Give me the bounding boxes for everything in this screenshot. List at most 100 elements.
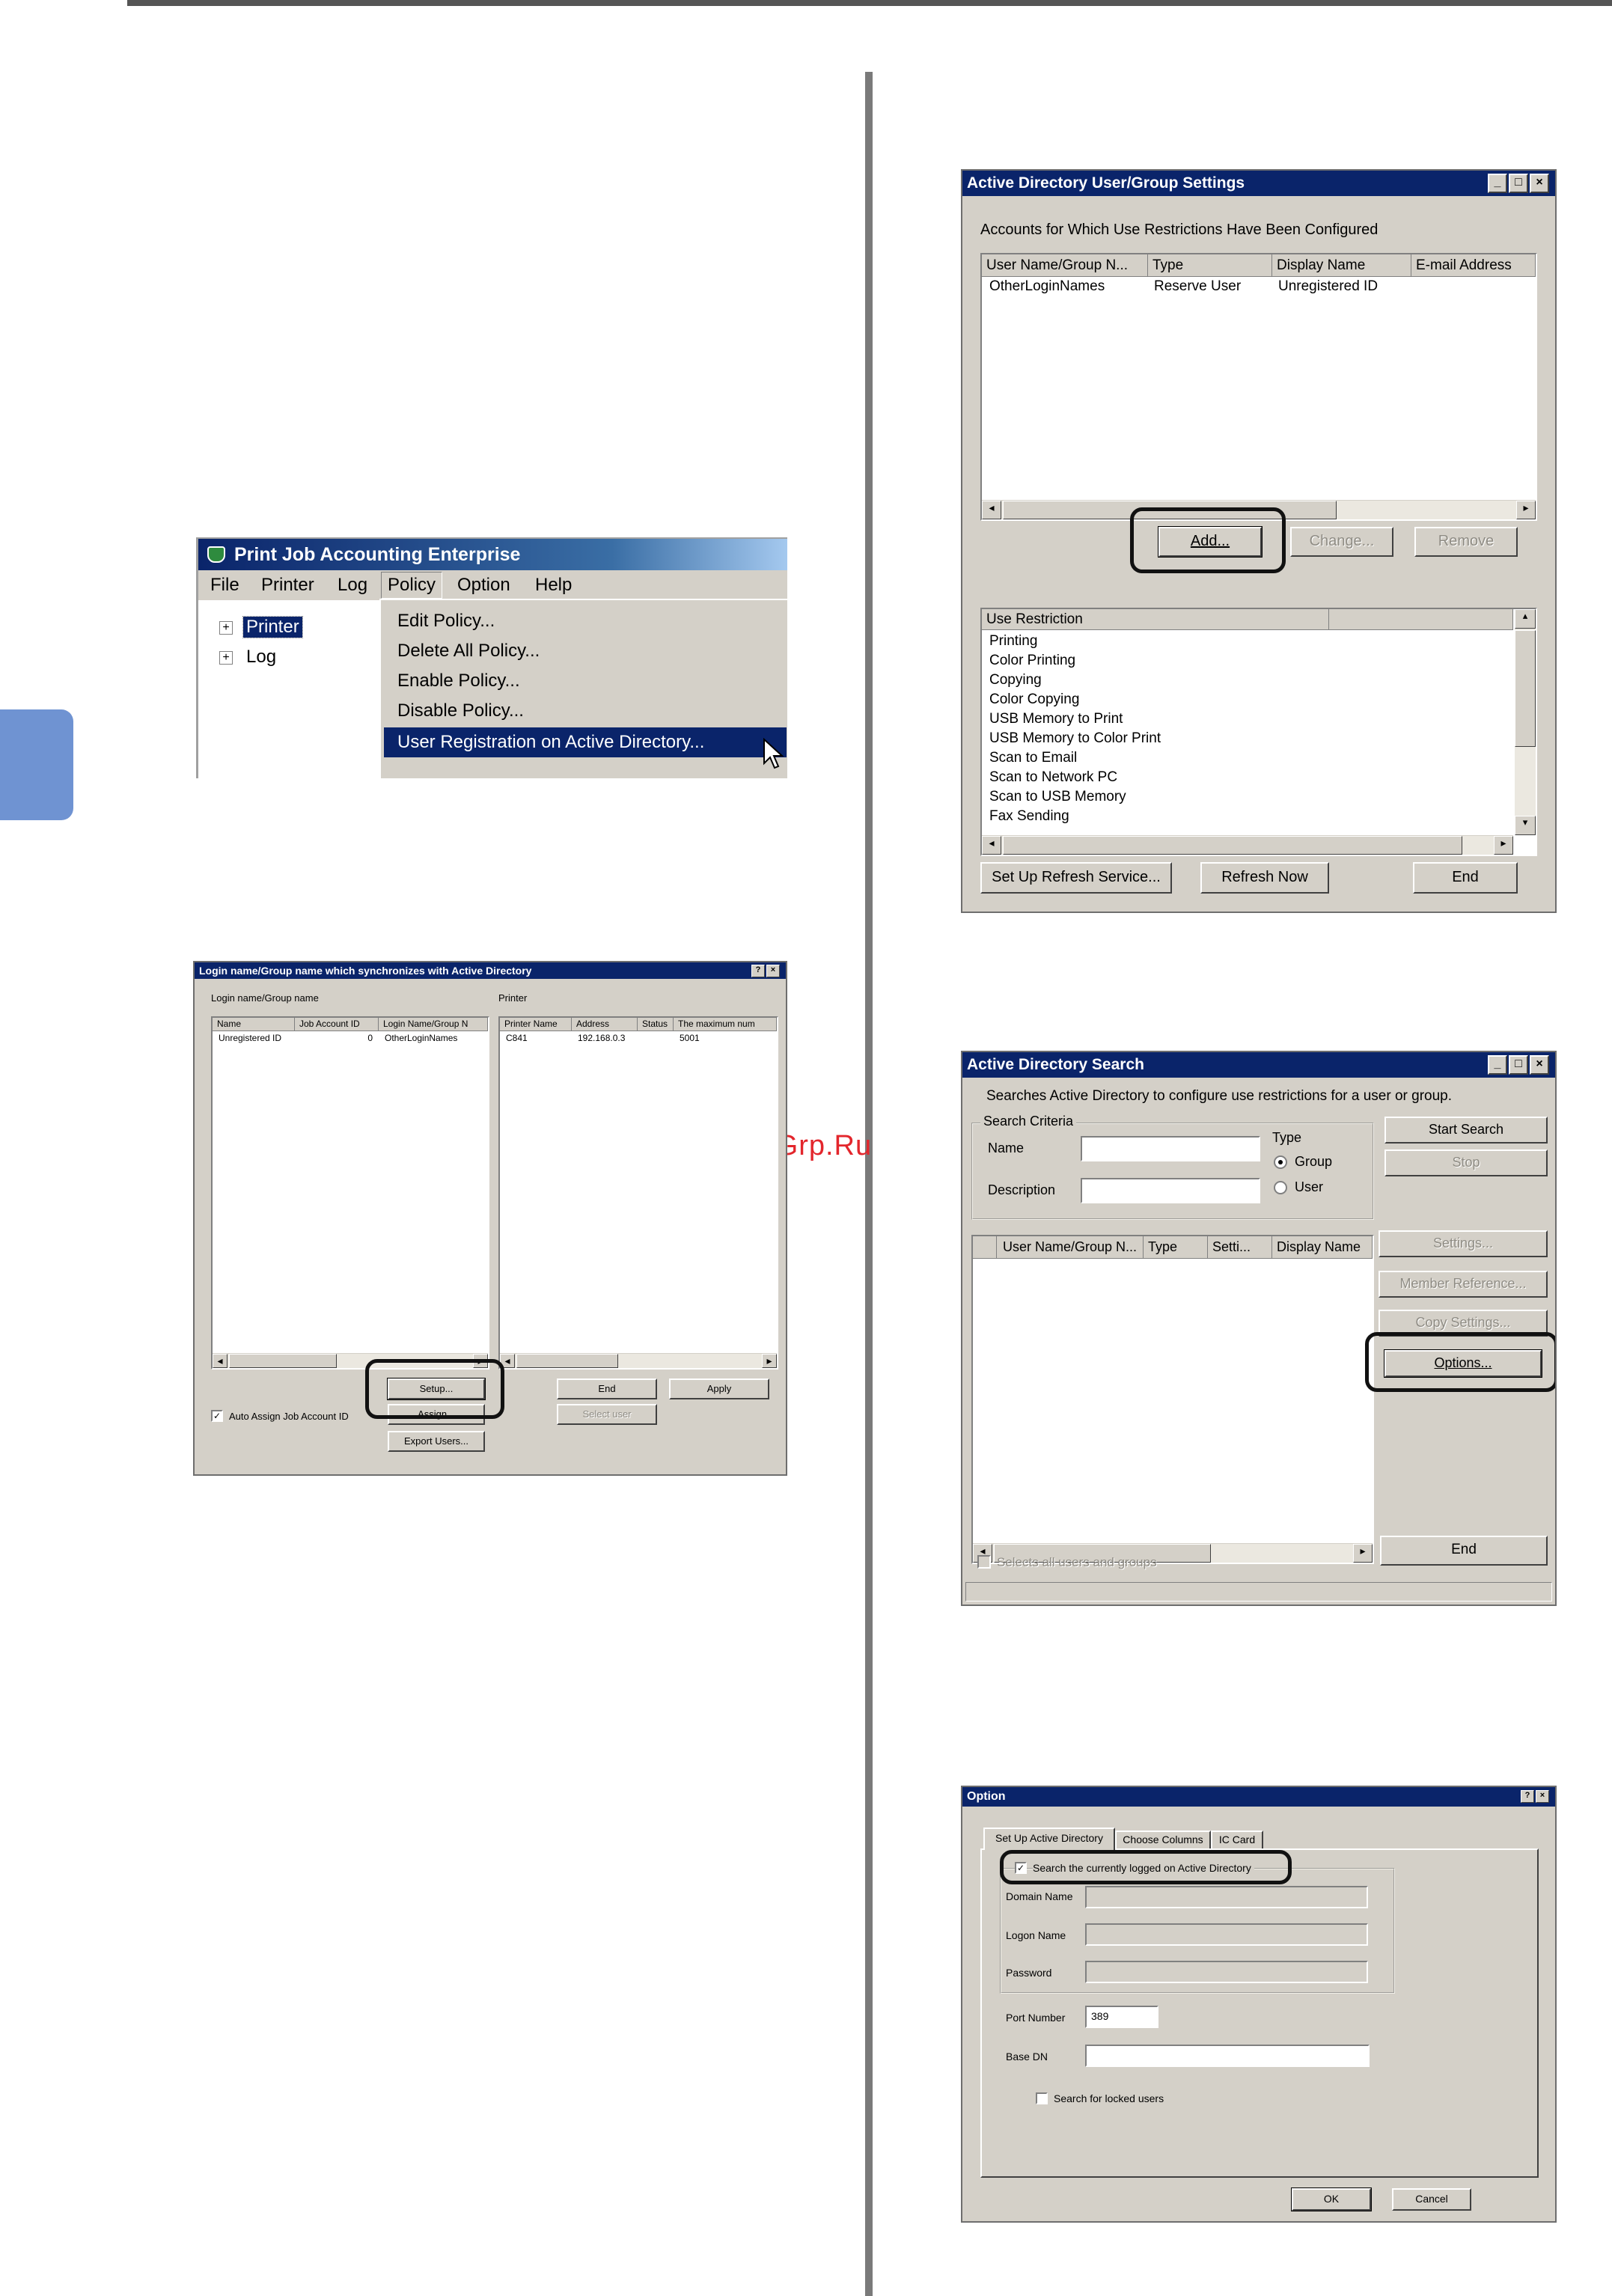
col-status[interactable]: Status [638, 1018, 674, 1031]
password-input[interactable] [1085, 1961, 1368, 1983]
table-row[interactable]: OtherLoginNames Reserve User Unregistere… [982, 278, 1536, 295]
scroll-left-icon[interactable]: ◂ [500, 1354, 515, 1368]
menu-printer[interactable]: Printer [261, 570, 314, 600]
col-settings[interactable]: Setti... [1208, 1236, 1272, 1258]
list-item[interactable]: Fax Sending [989, 807, 1161, 826]
menu-item-edit-policy[interactable]: Edit Policy... [397, 611, 495, 632]
close-title-button[interactable]: × [766, 965, 780, 977]
scroll-thumb[interactable] [229, 1354, 337, 1368]
stop-button[interactable]: Stop [1384, 1149, 1548, 1176]
domain-name-input[interactable] [1085, 1886, 1368, 1908]
base-dn-input[interactable] [1085, 2045, 1370, 2067]
menu-option[interactable]: Option [457, 570, 510, 600]
list-item[interactable]: Copying [989, 671, 1161, 690]
list-item[interactable]: Color Copying [989, 690, 1161, 709]
col-address[interactable]: Address [572, 1018, 638, 1031]
tab-ic-card[interactable]: IC Card [1211, 1831, 1263, 1850]
port-number-input[interactable]: 389 [1085, 2006, 1158, 2028]
menu-policy[interactable]: Policy [381, 572, 443, 599]
add-button[interactable]: Add... [1158, 526, 1263, 558]
scroll-thumb[interactable] [1515, 630, 1536, 747]
login-list-hscroll[interactable]: ◂ ▸ [213, 1353, 488, 1368]
list-item[interactable]: Printing [989, 632, 1161, 651]
end-button[interactable]: End [1413, 862, 1518, 894]
search-logged-on-checkbox[interactable]: ✓ [1015, 1862, 1027, 1874]
tab-choose-columns[interactable]: Choose Columns [1115, 1831, 1211, 1850]
scroll-left-icon[interactable]: ◂ [982, 501, 1001, 519]
use-restriction-list[interactable]: Use Restriction Printing Color Printing … [980, 608, 1537, 856]
scroll-down-icon[interactable]: ▾ [1515, 816, 1536, 835]
col-use-restriction[interactable]: Use Restriction [982, 609, 1329, 629]
maximize-icon[interactable]: □ [1509, 174, 1528, 193]
options-button[interactable]: Options... [1384, 1349, 1542, 1378]
cancel-button[interactable]: Cancel [1392, 2188, 1471, 2211]
help-title-button[interactable]: ? [1521, 1790, 1534, 1803]
col-login-name[interactable]: Login Name/Group N [379, 1018, 488, 1031]
set-up-refresh-service-button[interactable]: Set Up Refresh Service... [980, 862, 1172, 894]
use-restriction-vscroll[interactable]: ▴ ▾ [1515, 609, 1536, 835]
col-display-name[interactable]: Display Name [1272, 254, 1411, 276]
remove-button[interactable]: Remove [1414, 527, 1518, 557]
logon-name-input[interactable] [1085, 1923, 1368, 1946]
help-title-button[interactable]: ? [751, 965, 765, 977]
type-user-radio[interactable] [1274, 1181, 1287, 1194]
menu-file[interactable]: File [210, 570, 239, 600]
col-printer-name[interactable]: Printer Name [500, 1018, 572, 1031]
close-title-button[interactable]: × [1536, 1790, 1549, 1803]
scroll-right-icon[interactable]: ▸ [1494, 836, 1513, 855]
col-user-group-name[interactable]: User Name/Group N... [997, 1236, 1144, 1258]
accounts-list[interactable]: User Name/Group N... Type Display Name E… [980, 253, 1537, 521]
login-list[interactable]: Name Job Account ID Login Name/Group N U… [211, 1016, 489, 1370]
settings-button[interactable]: Settings... [1379, 1230, 1548, 1257]
scroll-up-icon[interactable]: ▴ [1515, 609, 1536, 629]
change-button[interactable]: Change... [1290, 527, 1393, 557]
name-input[interactable] [1081, 1136, 1260, 1161]
col-name[interactable]: Name [213, 1018, 295, 1031]
scroll-thumb[interactable] [516, 1354, 618, 1368]
table-row[interactable]: Unregistered ID 0 OtherLoginNames [213, 1033, 488, 1043]
menu-log[interactable]: Log [338, 570, 367, 600]
tree-expand-log-icon[interactable]: + [219, 651, 233, 665]
close-icon[interactable]: × [1530, 1055, 1549, 1075]
list-item[interactable]: Color Printing [989, 651, 1161, 671]
scroll-thumb[interactable] [1003, 501, 1337, 519]
export-users-button[interactable]: Export Users... [388, 1431, 485, 1452]
accounts-list-hscroll[interactable]: ◂ ▸ [982, 500, 1536, 519]
search-locked-users-checkbox[interactable] [1036, 2092, 1048, 2104]
end-button[interactable]: End [557, 1378, 657, 1399]
type-group-radio[interactable] [1274, 1155, 1287, 1169]
ok-button[interactable]: OK [1291, 2187, 1372, 2211]
list-item[interactable]: USB Memory to Color Print [989, 729, 1161, 748]
setup-button[interactable]: Setup... [387, 1378, 486, 1400]
menu-item-disable-policy[interactable]: Disable Policy... [397, 700, 524, 721]
scroll-thumb[interactable] [1003, 836, 1462, 855]
refresh-now-button[interactable]: Refresh Now [1200, 862, 1329, 894]
minimize-icon[interactable]: _ [1488, 1055, 1507, 1075]
minimize-icon[interactable]: _ [1488, 174, 1507, 193]
menu-item-user-registration-active-directory[interactable]: User Registration on Active Directory... [384, 727, 787, 757]
list-item[interactable]: USB Memory to Print [989, 709, 1161, 729]
copy-settings-button[interactable]: Copy Settings... [1379, 1310, 1548, 1337]
col-type[interactable]: Type [1144, 1236, 1208, 1258]
end-button[interactable]: End [1380, 1536, 1548, 1566]
list-item[interactable]: Scan to Email [989, 748, 1161, 768]
search-results-list[interactable]: User Name/Group N... Type Setti... Displ… [971, 1235, 1374, 1564]
use-restriction-hscroll[interactable]: ◂ ▸ [982, 835, 1513, 855]
auto-assign-checkbox[interactable]: ✓ [211, 1410, 223, 1422]
col-job-account-id[interactable]: Job Account ID [295, 1018, 379, 1031]
col-type[interactable]: Type [1148, 254, 1272, 276]
scroll-right-icon[interactable]: ▸ [473, 1354, 488, 1368]
col-user-group-name[interactable]: User Name/Group N... [982, 254, 1148, 276]
scroll-right-icon[interactable]: ▸ [1516, 501, 1536, 519]
scroll-right-icon[interactable]: ▸ [762, 1354, 777, 1368]
col-select[interactable] [973, 1236, 997, 1258]
tree-item-printer[interactable]: Printer [242, 616, 303, 638]
scroll-left-icon[interactable]: ◂ [213, 1354, 228, 1368]
close-icon[interactable]: × [1530, 174, 1549, 193]
printer-list-hscroll[interactable]: ◂ ▸ [500, 1353, 777, 1368]
list-item[interactable]: Scan to USB Memory [989, 787, 1161, 807]
apply-button[interactable]: Apply [669, 1378, 769, 1399]
tab-set-up-active-directory[interactable]: Set Up Active Directory [983, 1828, 1115, 1850]
member-reference-button[interactable]: Member Reference... [1379, 1271, 1548, 1298]
col-email-address[interactable]: E-mail Address [1411, 254, 1536, 276]
